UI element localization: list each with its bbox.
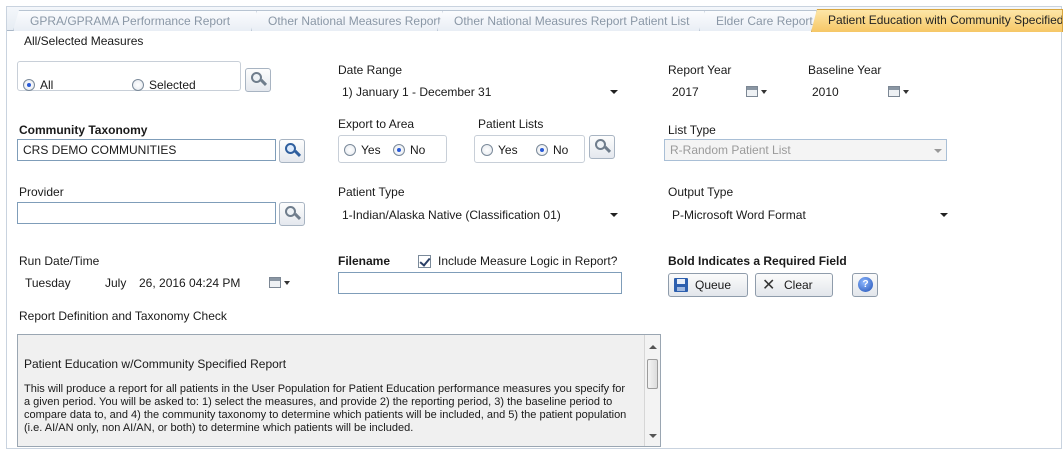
radio-indicator bbox=[132, 79, 144, 91]
filename-label: Filename bbox=[338, 254, 391, 268]
search-icon bbox=[595, 139, 612, 155]
chevron-down-icon bbox=[940, 213, 948, 217]
save-icon bbox=[674, 278, 688, 292]
report-definition-label: Report Definition and Taxonomy Check bbox=[19, 309, 227, 323]
community-taxonomy-label: Community Taxonomy bbox=[19, 123, 148, 137]
community-taxonomy-field[interactable]: CRS DEMO COMMUNITIES bbox=[17, 139, 276, 161]
report-definition-textarea[interactable]: Patient Education w/Community Specified … bbox=[17, 334, 661, 447]
provider-search-button[interactable] bbox=[279, 202, 305, 226]
definition-body: This will produce a report for all patie… bbox=[24, 383, 627, 434]
filename-field[interactable] bbox=[338, 272, 622, 294]
search-icon bbox=[251, 72, 268, 88]
radio-indicator bbox=[536, 144, 548, 156]
list-type-dropdown[interactable]: R-Random Patient List bbox=[664, 139, 947, 161]
calendar-icon bbox=[269, 276, 291, 290]
list-type-label: List Type bbox=[668, 123, 716, 137]
include-logic-checkbox[interactable] bbox=[418, 255, 431, 268]
export-no-radio[interactable]: No bbox=[393, 142, 425, 158]
export-to-area-label: Export to Area bbox=[338, 117, 415, 131]
run-datetime-picker[interactable]: Tuesday July 26, 2016 04:24 PM bbox=[21, 272, 293, 294]
provider-label: Provider bbox=[19, 185, 64, 199]
community-taxonomy-search-button[interactable] bbox=[279, 139, 305, 163]
baseline-year-label: Baseline Year bbox=[808, 63, 882, 77]
search-icon bbox=[285, 206, 302, 222]
patient-type-label: Patient Type bbox=[338, 185, 405, 199]
scroll-thumb[interactable] bbox=[647, 359, 658, 389]
clear-button[interactable]: ✕ Clear bbox=[755, 273, 833, 297]
radio-indicator bbox=[344, 144, 356, 156]
measures-search-button[interactable] bbox=[245, 68, 271, 92]
patient-lists-no-radio[interactable]: No bbox=[536, 142, 568, 158]
radio-indicator bbox=[23, 79, 35, 91]
tab-patient-education[interactable]: Patient Education with Community Specifi… bbox=[811, 9, 1063, 32]
run-datetime-label: Run Date/Time bbox=[19, 254, 100, 268]
tab-other-national-measures-patient-list[interactable]: Other National Measures Report Patient L… bbox=[437, 10, 705, 31]
date-range-dropdown[interactable]: 1) January 1 - December 31 bbox=[338, 81, 622, 103]
scroll-down-icon[interactable] bbox=[649, 434, 657, 438]
include-logic-label: Include Measure Logic in Report? bbox=[438, 254, 618, 268]
chevron-down-icon bbox=[934, 149, 942, 153]
patient-lists-search-button[interactable] bbox=[589, 135, 615, 159]
report-year-label: Report Year bbox=[668, 63, 732, 77]
date-range-label: Date Range bbox=[338, 63, 403, 77]
output-type-dropdown[interactable]: P-Microsoft Word Format bbox=[668, 204, 952, 226]
radio-indicator bbox=[393, 144, 405, 156]
patient-type-dropdown[interactable]: 1-Indian/Alaska Native (Classification 0… bbox=[338, 204, 622, 226]
scroll-up-icon[interactable] bbox=[649, 345, 657, 349]
queue-button[interactable]: Queue bbox=[668, 273, 748, 297]
report-window: GPRA/GPRAMA Performance Report Other Nat… bbox=[6, 6, 1063, 449]
baseline-year-picker[interactable]: 2010 bbox=[808, 81, 918, 103]
report-year-picker[interactable]: 2017 bbox=[668, 81, 778, 103]
help-button[interactable]: ? bbox=[852, 273, 878, 297]
measures-label: All/Selected Measures bbox=[22, 34, 146, 48]
calendar-icon bbox=[746, 85, 768, 99]
help-icon: ? bbox=[858, 277, 873, 292]
chevron-down-icon bbox=[610, 90, 618, 94]
search-icon bbox=[285, 143, 302, 159]
provider-field[interactable] bbox=[17, 202, 276, 224]
patient-lists-label: Patient Lists bbox=[478, 117, 544, 131]
close-icon: ✕ bbox=[762, 275, 776, 294]
tab-other-national-measures[interactable]: Other National Measures Report bbox=[251, 10, 443, 31]
tab-elder-care-report[interactable]: Elder Care Report bbox=[699, 10, 817, 31]
required-field-note: Bold Indicates a Required Field bbox=[668, 254, 847, 268]
tab-gpra-report[interactable]: GPRA/GPRAMA Performance Report bbox=[13, 10, 257, 31]
measures-selected-radio[interactable]: Selected bbox=[132, 77, 196, 93]
radio-indicator bbox=[481, 144, 493, 156]
patient-lists-yes-radio[interactable]: Yes bbox=[481, 142, 518, 158]
calendar-icon bbox=[888, 85, 910, 99]
output-type-label: Output Type bbox=[668, 185, 734, 199]
chevron-down-icon bbox=[610, 213, 618, 217]
measures-all-radio[interactable]: All bbox=[23, 77, 53, 93]
export-yes-radio[interactable]: Yes bbox=[344, 142, 381, 158]
vertical-scrollbar[interactable] bbox=[644, 335, 660, 446]
report-form: All/Selected Measures All Selected Date … bbox=[7, 32, 1061, 448]
tab-bar: GPRA/GPRAMA Performance Report Other Nat… bbox=[7, 7, 1063, 32]
definition-title: Patient Education w/Community Specified … bbox=[24, 357, 287, 371]
